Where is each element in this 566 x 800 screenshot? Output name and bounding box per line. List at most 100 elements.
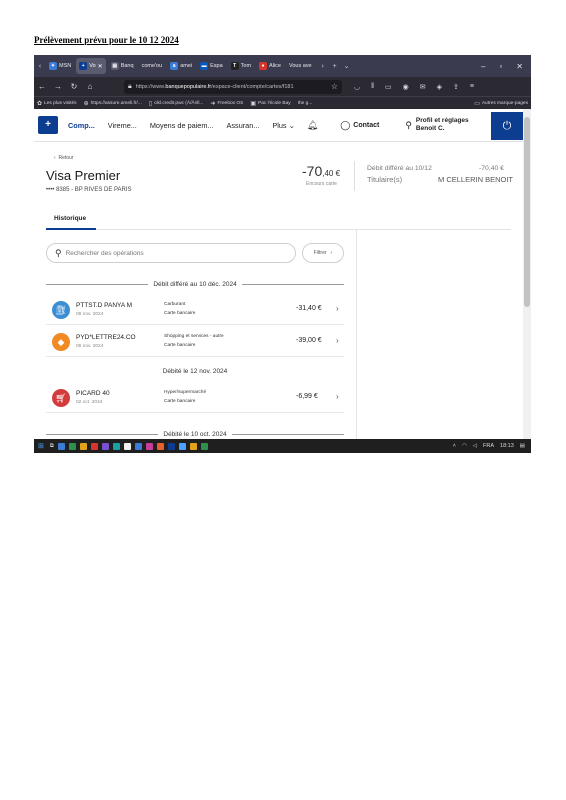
other-bookmarks[interactable]: ▭ Autres marque-pages xyxy=(474,100,528,107)
holder-name: M CELLERIN BENOIT xyxy=(438,175,514,184)
nav-item-plus[interactable]: Plus ⌄ xyxy=(272,121,294,130)
share-icon[interactable]: ⇪ xyxy=(453,83,459,91)
sidebar-icon[interactable]: ▭ xyxy=(385,83,392,91)
back-link[interactable]: ‹ Retour xyxy=(54,155,73,161)
tab-label: come'ou xyxy=(141,63,163,69)
app-icon[interactable] xyxy=(167,442,175,450)
forward-icon[interactable]: → xyxy=(50,82,66,91)
reload-icon[interactable]: ↻ xyxy=(66,82,82,91)
browser-tab[interactable]: T Tom xyxy=(228,58,254,74)
clock[interactable]: 18:13 xyxy=(500,443,514,449)
close-window-icon[interactable]: ✕ xyxy=(516,62,523,71)
app-icon[interactable] xyxy=(134,442,142,450)
account-icon[interactable]: ◉ xyxy=(403,83,409,91)
tab-scroll-right-icon[interactable]: › xyxy=(317,63,329,70)
nav-item-comptes[interactable]: Comp... xyxy=(68,121,95,130)
browser-tab[interactable]: Vous ave xyxy=(286,58,315,74)
user-icon: ⚲ xyxy=(405,119,412,130)
tab-label: MSN xyxy=(59,63,72,69)
browser-tab[interactable]: ▤ Banq xyxy=(108,58,137,74)
volume-icon[interactable]: ◁ xyxy=(473,443,477,449)
browser-tab[interactable]: ✦ MSN xyxy=(46,58,74,74)
network-icon[interactable]: ◠ xyxy=(462,443,467,449)
operation-row[interactable]: ◆ PYD*LETTRE24.CO 06 nov. 2024 Shopping … xyxy=(46,327,344,357)
bookmark-label: Ihe g... xyxy=(297,100,313,106)
tab-label: Vo xyxy=(89,63,96,69)
search-input[interactable]: ⚲ Rechercher des opérations xyxy=(46,243,296,263)
logout-power-icon[interactable]: ⏻ xyxy=(491,112,523,140)
operation-date: 02 oct. 2024 xyxy=(76,400,103,405)
address-bar: ← → ↻ ⌂ 🔒︎ https://www. banquepopulaire.f… xyxy=(34,77,531,96)
chevron-right-icon[interactable]: › xyxy=(336,336,339,345)
operation-name: PICARD 40 xyxy=(76,390,110,397)
scrollbar-thumb[interactable] xyxy=(524,117,530,307)
windows-start-icon[interactable]: ⊞ xyxy=(38,442,44,450)
main-nav: Comp... Vireme... Moyens de paiem... Ass… xyxy=(68,121,295,130)
browser-tab-active[interactable]: + Vo ✕ xyxy=(76,58,106,74)
page-scrollbar[interactable] xyxy=(523,109,531,439)
app-icon[interactable] xyxy=(123,442,131,450)
t-icon: T xyxy=(230,62,239,70)
browser-tab[interactable]: ▬ Espa xyxy=(197,58,226,74)
extension-icon[interactable]: ◈ xyxy=(437,83,442,91)
app-icon[interactable] xyxy=(112,442,120,450)
chevron-right-icon[interactable]: › xyxy=(336,304,339,313)
bookmark-item[interactable]: ▯ cikl.credit.pwc (Ä/Ã¤ll... xyxy=(149,100,204,107)
bookmark-item[interactable]: ⊕ https://assure.ameli.fr/... xyxy=(84,100,142,107)
contact-label: Contact xyxy=(353,121,380,129)
profile-button[interactable]: ⚲ Profil et réglages Benoit C. xyxy=(405,117,468,133)
browser-tab[interactable]: ● Alice xyxy=(256,58,284,74)
nav-item-moyens-paiement[interactable]: Moyens de paiem... xyxy=(150,121,214,130)
app-icon[interactable] xyxy=(200,442,208,450)
app-icon[interactable] xyxy=(178,442,186,450)
url-field[interactable]: 🔒︎ https://www. banquepopulaire.fr/espace… xyxy=(124,79,342,94)
task-view-icon[interactable]: ⧉ xyxy=(50,443,54,450)
close-tab-icon[interactable]: ✕ xyxy=(98,63,103,70)
operation-row[interactable]: ⛽︎ PTTST.D PANYA M 08 nov. 2024 Carburan… xyxy=(46,295,344,325)
library-icon[interactable]: ‖ xyxy=(371,83,374,91)
chevron-right-icon[interactable]: › xyxy=(336,392,339,401)
group-header: Débité le 12 nov. 2024 xyxy=(46,366,344,376)
app-icon[interactable] xyxy=(156,442,164,450)
minimize-icon[interactable]: – xyxy=(481,62,485,71)
contact-button[interactable]: ◯ Contact xyxy=(340,120,379,131)
tab-list-icon[interactable]: ⌄ xyxy=(341,62,353,70)
url-prefix: https://www. xyxy=(135,83,166,90)
menu-icon[interactable]: ≡ xyxy=(470,83,474,91)
restore-icon[interactable]: ▫ xyxy=(499,62,502,71)
bookmark-star-icon[interactable]: ☆ xyxy=(331,82,338,91)
tab-scroll-left-icon[interactable]: ‹ xyxy=(34,63,46,70)
chevron-up-icon[interactable]: ˄ xyxy=(453,443,456,449)
nav-item-assurances[interactable]: Assuran... xyxy=(227,121,260,130)
notification-icon[interactable]: ▤ xyxy=(520,443,525,449)
chevron-right-icon: › xyxy=(330,250,333,256)
app-icon[interactable] xyxy=(79,442,87,450)
back-icon[interactable]: ← xyxy=(34,82,50,91)
tab-historique[interactable]: Historique xyxy=(54,215,86,222)
mail-icon[interactable]: ✉ xyxy=(420,83,426,91)
lock-icon: 🔒︎ xyxy=(128,82,132,90)
app-icon[interactable] xyxy=(57,442,65,450)
browser-tab[interactable]: come'ou xyxy=(139,58,166,74)
language-indicator[interactable]: FRA xyxy=(483,443,494,449)
app-icon[interactable] xyxy=(68,442,76,450)
nav-item-virements[interactable]: Vireme... xyxy=(108,121,137,130)
bookmark-item[interactable]: ▣ Pac l'école Bay xyxy=(250,100,290,107)
bookmark-item[interactable]: Ihe g... xyxy=(298,101,313,106)
app-icon[interactable] xyxy=(90,442,98,450)
app-icon[interactable] xyxy=(189,442,197,450)
operation-row[interactable]: 🛒︎ PICARD 40 02 oct. 2024 Hyper/supermar… xyxy=(46,383,344,413)
new-tab-icon[interactable]: + xyxy=(329,63,341,70)
bookmark-item[interactable]: ➜ Freebox OS xyxy=(210,100,243,107)
bookmark-item[interactable]: ✿ Les plus visités xyxy=(37,100,77,107)
app-icon[interactable] xyxy=(101,442,109,450)
bell-icon[interactable]: 🔔︎ xyxy=(307,120,318,131)
filter-label: Filtrer xyxy=(313,250,327,256)
app-icon[interactable] xyxy=(145,442,153,450)
url-path: /espace-client/compte/cartes/f181 xyxy=(211,83,294,90)
banque-populaire-logo[interactable]: + xyxy=(38,116,58,134)
filter-button[interactable]: Filtrer › xyxy=(302,243,344,263)
browser-tab[interactable]: a amei xyxy=(167,58,195,74)
home-icon[interactable]: ⌂ xyxy=(82,82,98,91)
pocket-icon[interactable]: ◡ xyxy=(354,83,360,91)
